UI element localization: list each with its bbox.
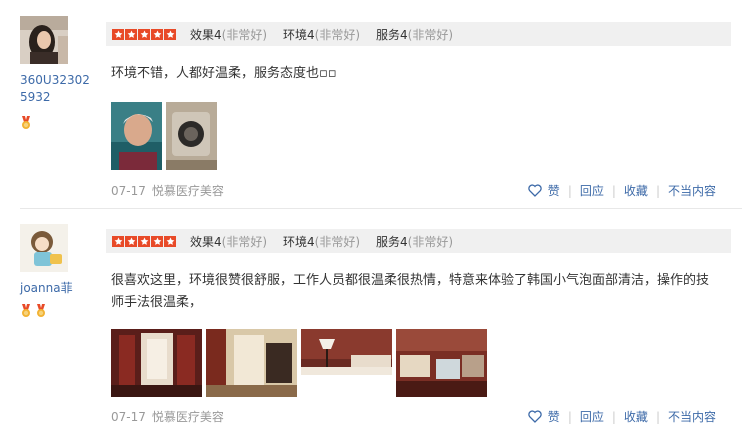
score-environment: 环境4(非常好)	[283, 233, 360, 250]
review-photo[interactable]	[166, 102, 217, 170]
star-icon	[138, 235, 150, 247]
favorite-button[interactable]: 收藏	[624, 182, 648, 199]
star-icon	[138, 28, 150, 40]
medal-icon	[22, 304, 30, 317]
divider: |	[611, 183, 616, 198]
score-label: 服务4	[376, 27, 408, 42]
score-label: 环境4	[283, 27, 315, 42]
score-desc: (非常好)	[407, 234, 454, 249]
score-environment: 环境4(非常好)	[283, 26, 360, 43]
score-label: 效果4	[190, 234, 222, 249]
report-button[interactable]: 不当内容	[668, 182, 716, 199]
medal-icon	[22, 116, 30, 129]
divider: |	[611, 409, 616, 424]
score-service: 服务4(非常好)	[376, 26, 453, 43]
review-content: 环境不错，人都好温柔，服务态度也▫▫	[111, 66, 337, 81]
review-photo[interactable]	[111, 329, 202, 397]
star-icon	[164, 28, 176, 40]
score-label: 服务4	[376, 234, 408, 249]
divider: |	[567, 409, 572, 424]
star-icon	[164, 235, 176, 247]
user-medals	[20, 304, 47, 318]
divider: |	[567, 183, 572, 198]
reply-button[interactable]: 回应	[580, 182, 604, 199]
review-actions: 赞 | 回应 | 收藏 | 不当内容	[528, 182, 716, 199]
review-photo[interactable]	[396, 329, 487, 397]
score-desc: (非常好)	[314, 234, 361, 249]
score-label: 效果4	[190, 27, 222, 42]
heart-icon[interactable]	[528, 410, 542, 423]
report-button[interactable]: 不当内容	[668, 408, 716, 425]
medal-icon	[37, 304, 45, 317]
star-icon	[112, 28, 124, 40]
shop-link[interactable]: 悦慕医疗美容	[152, 410, 224, 424]
score-service: 服务4(非常好)	[376, 233, 453, 250]
review-photo[interactable]	[206, 329, 297, 397]
score-effect: 效果4(非常好)	[190, 26, 267, 43]
review-meta: 07-17 悦慕医疗美容	[111, 408, 224, 425]
review-photos	[111, 329, 487, 397]
heart-icon[interactable]	[528, 184, 542, 197]
score-effect: 效果4(非常好)	[190, 233, 267, 250]
review-divider	[20, 208, 742, 209]
review-actions: 赞 | 回应 | 收藏 | 不当内容	[528, 408, 716, 425]
review-date: 07-17	[111, 184, 146, 198]
rating-bar: 效果4(非常好) 环境4(非常好) 服务4(非常好)	[106, 22, 731, 46]
user-medals	[20, 116, 32, 130]
user-name[interactable]: joanna菲	[20, 280, 94, 297]
favorite-button[interactable]: 收藏	[624, 408, 648, 425]
review-date: 07-17	[111, 410, 146, 424]
review-content: 很喜欢这里，环境很赞很舒服，工作人员都很温柔很热情，特意来体验了韩国小气泡面部清…	[111, 273, 710, 310]
star-icon	[125, 235, 137, 247]
shop-link[interactable]: 悦慕医疗美容	[152, 184, 224, 198]
user-avatar[interactable]	[20, 16, 68, 64]
review-photos	[111, 102, 217, 170]
user-avatar[interactable]	[20, 224, 68, 272]
review-photo[interactable]	[111, 102, 162, 170]
review-meta: 07-17 悦慕医疗美容	[111, 182, 224, 199]
score-desc: (非常好)	[221, 234, 268, 249]
star-icon	[151, 235, 163, 247]
score-desc: (非常好)	[407, 27, 454, 42]
star-icon	[151, 28, 163, 40]
like-button[interactable]: 赞	[548, 408, 560, 425]
score-label: 环境4	[283, 234, 315, 249]
divider: |	[655, 409, 660, 424]
review-photo[interactable]	[301, 329, 392, 375]
user-name[interactable]: 360U323025932	[20, 72, 94, 106]
divider: |	[655, 183, 660, 198]
like-button[interactable]: 赞	[548, 182, 560, 199]
reply-button[interactable]: 回应	[580, 408, 604, 425]
score-desc: (非常好)	[221, 27, 268, 42]
star-rating	[112, 235, 176, 247]
score-desc: (非常好)	[314, 27, 361, 42]
star-icon	[125, 28, 137, 40]
rating-bar: 效果4(非常好) 环境4(非常好) 服务4(非常好)	[106, 229, 731, 253]
star-icon	[112, 235, 124, 247]
star-rating	[112, 28, 176, 40]
